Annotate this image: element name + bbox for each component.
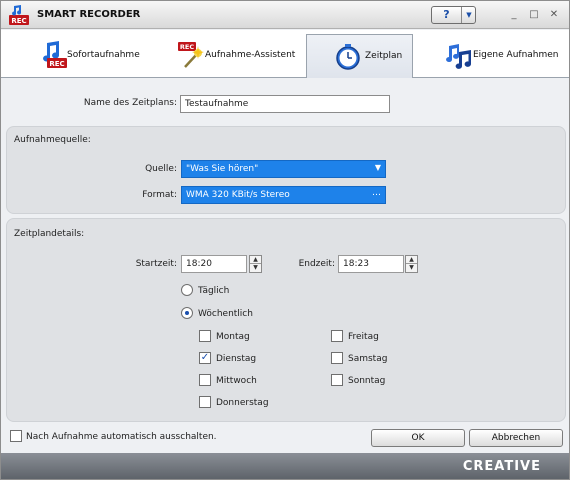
donnerstag-checkbox[interactable]	[199, 396, 211, 408]
svg-text:REC: REC	[180, 43, 194, 51]
more-options-icon: …	[372, 188, 381, 198]
help-button[interactable]: ? ▼	[431, 6, 476, 24]
schedule-name-label: Name des Zeitplans:	[83, 98, 177, 108]
format-value: WMA 320 KBit/s Stereo	[186, 190, 290, 200]
schedule-name-input[interactable]: Testaufnahme	[180, 95, 390, 113]
tab-label: Aufnahme-Assistent	[205, 50, 296, 60]
instant-record-icon: REC	[43, 41, 67, 68]
freitag-checkbox[interactable]	[331, 330, 343, 342]
ok-button[interactable]: OK	[371, 429, 465, 447]
end-time-spinner[interactable]: ▲ ▼	[405, 255, 418, 273]
tab-label: Sofortaufnahme	[67, 50, 140, 60]
source-panel: Aufnahmequelle: Quelle: "Was Sie hören" …	[6, 126, 566, 214]
dienstag-checkbox[interactable]: ✓	[199, 352, 211, 364]
tab-bar: REC Sofortaufnahme REC Aufnahme-Assisten…	[1, 30, 569, 78]
auto-shutdown-checkbox[interactable]	[10, 430, 22, 442]
dienstag-label: Dienstag	[216, 354, 257, 364]
creative-logo: CREATIVE	[462, 459, 541, 474]
spin-up-icon[interactable]: ▲	[250, 256, 261, 264]
format-selector[interactable]: WMA 320 KBit/s Stereo …	[181, 186, 386, 204]
start-time-label: Startzeit:	[135, 259, 177, 269]
chevron-down-icon[interactable]: ▼	[462, 7, 476, 23]
daily-label: Täglich	[198, 286, 230, 296]
auto-shutdown-label: Nach Aufnahme automatisch ausschalten.	[26, 432, 217, 442]
app-title: SMART RECORDER	[37, 9, 141, 20]
smart-recorder-window: REC SMART RECORDER ? ▼ _ □ ✕ REC Soforta…	[0, 0, 570, 480]
montag-checkbox[interactable]	[199, 330, 211, 342]
mittwoch-checkbox[interactable]	[199, 374, 211, 386]
details-panel-title: Zeitplandetails:	[14, 229, 85, 239]
minimize-button[interactable]: _	[507, 8, 521, 22]
spin-down-icon[interactable]: ▼	[406, 264, 417, 272]
tab-eigene-aufnahmen[interactable]: Eigene Aufnahmen	[441, 34, 561, 78]
svg-text:REC: REC	[11, 17, 26, 25]
footer-bar: CREATIVE	[1, 453, 569, 479]
montag-label: Montag	[216, 332, 250, 342]
daily-radio[interactable]	[181, 284, 193, 296]
chevron-down-icon: ▼	[374, 163, 381, 172]
end-time-label: Endzeit:	[298, 259, 335, 269]
start-time-input[interactable]: 18:20	[181, 255, 247, 273]
tab-sofortaufnahme[interactable]: REC Sofortaufnahme	[35, 34, 155, 78]
title-bar: REC SMART RECORDER ? ▼ _ □ ✕	[1, 1, 569, 29]
details-panel: Zeitplandetails: Startzeit: 18:20 ▲ ▼ En…	[6, 218, 566, 422]
app-rec-icon: REC	[9, 5, 29, 25]
samstag-label: Samstag	[348, 354, 388, 364]
tab-label: Eigene Aufnahmen	[473, 50, 559, 60]
quelle-label: Quelle:	[145, 164, 177, 174]
sonntag-label: Sonntag	[348, 376, 386, 386]
format-label: Format:	[142, 190, 177, 200]
tab-label: Zeitplan	[365, 51, 403, 61]
freitag-label: Freitag	[348, 332, 379, 342]
spin-down-icon[interactable]: ▼	[250, 264, 261, 272]
weekly-radio[interactable]	[181, 307, 193, 319]
mittwoch-label: Mittwoch	[216, 376, 257, 386]
help-question-icon[interactable]: ?	[432, 7, 462, 23]
weekly-label: Wöchentlich	[198, 309, 253, 319]
wizard-icon: REC	[178, 42, 204, 68]
spin-up-icon[interactable]: ▲	[406, 256, 417, 264]
maximize-button[interactable]: □	[527, 8, 541, 22]
close-button[interactable]: ✕	[547, 8, 561, 22]
sonntag-checkbox[interactable]	[331, 374, 343, 386]
clock-icon	[336, 44, 360, 70]
quelle-dropdown[interactable]: "Was Sie hören" ▼	[181, 160, 386, 178]
tab-zeitplan[interactable]: Zeitplan	[306, 34, 413, 78]
tab-aufnahme-assistent[interactable]: REC Aufnahme-Assistent	[173, 34, 303, 78]
quelle-value: "Was Sie hören"	[186, 164, 259, 174]
svg-text:REC: REC	[49, 60, 64, 68]
donnerstag-label: Donnerstag	[216, 398, 269, 408]
start-time-spinner[interactable]: ▲ ▼	[249, 255, 262, 273]
source-panel-title: Aufnahmequelle:	[14, 135, 91, 145]
end-time-input[interactable]: 18:23	[338, 255, 404, 273]
cancel-button[interactable]: Abbrechen	[469, 429, 563, 447]
music-notes-icon	[446, 44, 472, 69]
samstag-checkbox[interactable]	[331, 352, 343, 364]
